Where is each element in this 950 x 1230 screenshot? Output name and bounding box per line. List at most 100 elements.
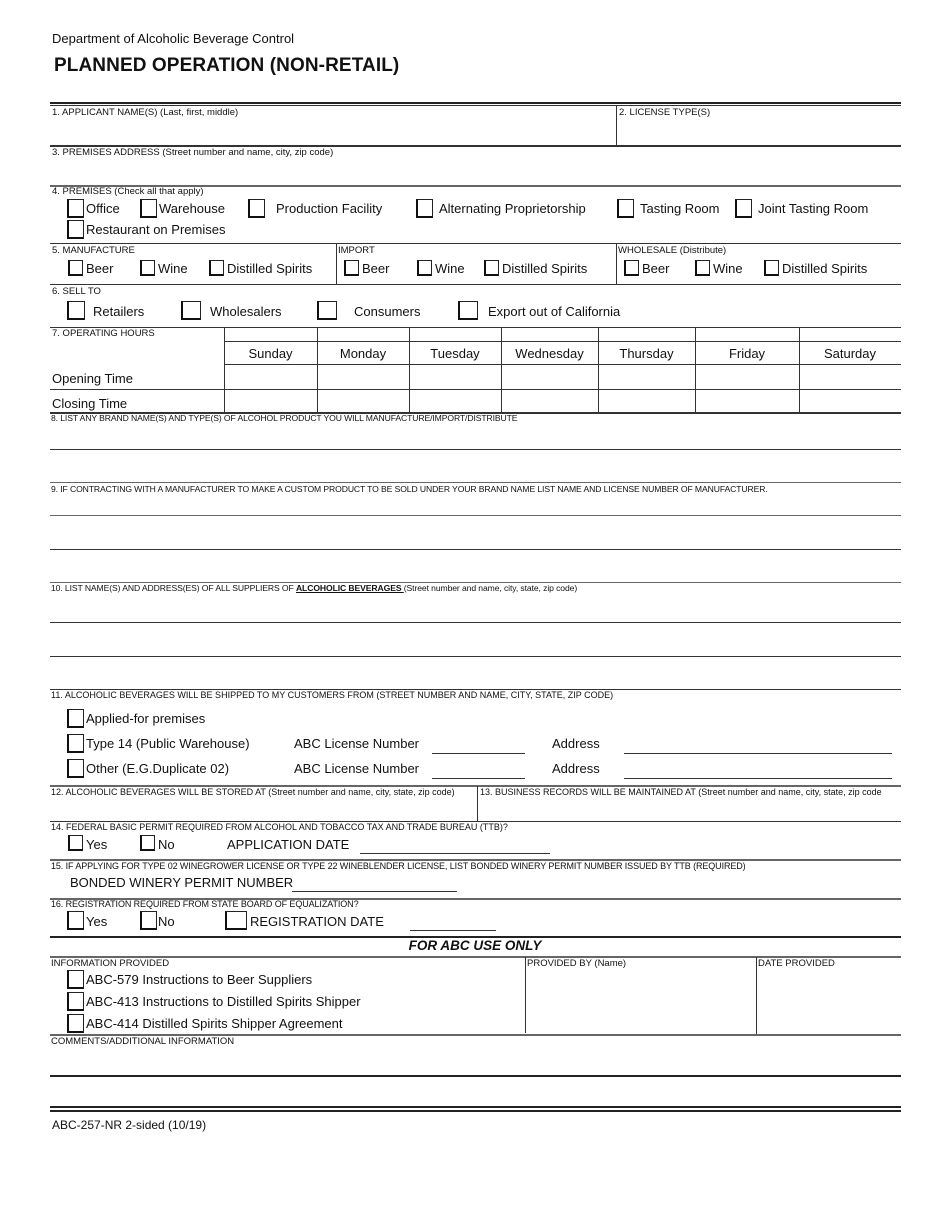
opening-time-monday-input[interactable] [318,365,408,388]
manufacture-wine-checkbox[interactable] [140,260,155,276]
business-records-label: 13. BUSINESS RECORDS WILL BE MAINTAINED … [480,787,882,797]
contract-manufacturer-line-2[interactable] [50,516,901,548]
registration-date-input[interactable] [410,913,496,930]
divider [336,243,337,284]
import-beer-checkbox[interactable] [344,260,359,276]
premises-address-field[interactable]: 3. PREMISES ADDRESS (Street number and n… [50,146,901,184]
provided-by-field[interactable]: PROVIDED BY (Name) [526,958,756,1032]
divider [50,243,901,244]
applicant-name-field[interactable]: 1. APPLICANT NAME(S) (Last, first, middl… [50,106,616,144]
closing-time-label: Closing Time [52,396,128,411]
closing-time-thursday-input[interactable] [599,390,694,411]
date-provided-label: DATE PROVIDED [758,958,835,969]
manufacture-distilled-spirits-checkbox[interactable] [209,260,224,276]
wholesale-distilled-spirits-checkbox[interactable] [764,260,779,276]
consumers-checkbox[interactable] [317,301,337,320]
sboe-no-checkbox[interactable] [140,911,157,930]
other-license-underline [432,778,525,779]
retailers-label: Retailers [93,304,145,319]
brand-names-line-1[interactable] [50,424,901,449]
alternating-proprietorship-checkbox[interactable] [416,199,433,218]
import-beer-label: Beer [362,261,390,276]
brand-names-line-2[interactable] [50,450,901,482]
other-address-input[interactable] [624,760,892,778]
other-duplicate-checkbox[interactable] [67,759,84,778]
wholesale-beer-checkbox[interactable] [624,260,639,276]
contract-manufacturer-line-3[interactable] [50,550,901,581]
contract-manufacturer-line-1[interactable] [50,496,901,515]
restaurant-on-premises-checkbox[interactable] [67,220,84,239]
closing-time-friday-input[interactable] [696,390,798,411]
suppliers-line-3[interactable] [50,657,901,688]
premises-type-label: 4. PREMISES (Check all that apply) [52,186,204,197]
manufacture-wine-label: Wine [158,261,188,276]
closing-time-tuesday-input[interactable] [410,390,500,411]
manufacture-beer-checkbox[interactable] [68,260,83,276]
registration-date-label: REGISTRATION DATE [250,914,384,929]
retailers-checkbox[interactable] [67,301,85,320]
abc-579-checkbox[interactable] [67,970,84,989]
office-checkbox[interactable] [67,199,84,218]
suppliers-line-2[interactable] [50,623,901,655]
closing-time-wednesday-input[interactable] [502,390,597,411]
import-wine-checkbox[interactable] [417,260,432,276]
tasting-room-checkbox[interactable] [617,199,634,218]
alternating-proprietorship-label: Alternating Proprietorship [439,201,586,216]
day-header-friday: Friday [728,346,766,361]
applied-for-premises-checkbox[interactable] [67,709,84,728]
date-provided-field[interactable]: DATE PROVIDED [757,958,901,1032]
suppliers-line-1[interactable] [50,596,901,622]
export-checkbox[interactable] [458,301,478,320]
closing-time-saturday-input[interactable] [800,390,900,411]
abc-414-label: ABC-414 Distilled Spirits Shipper Agreem… [86,1016,343,1031]
federal-permit-no-checkbox[interactable] [140,835,155,851]
bonded-winery-input[interactable] [292,874,457,891]
import-distilled-spirits-checkbox[interactable] [484,260,499,276]
bonded-winery-label: 15. IF APPLYING FOR TYPE 02 WINEGROWER L… [51,861,746,871]
suppliers-label-suffix: (Street number and name, city, state, zi… [403,583,578,593]
wholesale-wine-checkbox[interactable] [695,260,710,276]
abc-use-only-heading: FOR ABC USE ONLY [408,938,542,953]
abc-413-label: ABC-413 Instructions to Distilled Spirit… [86,994,361,1009]
warehouse-label: Warehouse [159,201,225,216]
abc-413-checkbox[interactable] [67,992,84,1011]
day-header-thursday: Thursday [619,346,674,361]
shipped-from-label: 11. ALCOHOLIC BEVERAGES WILL BE SHIPPED … [51,690,614,700]
information-provided-label: INFORMATION PROVIDED [51,958,170,969]
divider [50,102,901,104]
day-header-wednesday: Wednesday [515,346,584,361]
premises-address-label: 3. PREMISES ADDRESS (Street number and n… [52,147,334,158]
opening-time-saturday-input[interactable] [800,365,900,388]
opening-time-tuesday-input[interactable] [410,365,500,388]
joint-tasting-room-checkbox[interactable] [735,199,752,218]
warehouse-checkbox[interactable] [140,199,157,218]
opening-time-wednesday-input[interactable] [502,365,597,388]
comments-field[interactable]: COMMENTS/ADDITIONAL INFORMATION [50,1036,901,1074]
application-date-input[interactable] [360,836,550,853]
federal-permit-yes-checkbox[interactable] [68,835,83,851]
production-facility-checkbox[interactable] [248,199,265,218]
production-facility-label: Production Facility [276,201,383,216]
opening-time-thursday-input[interactable] [599,365,694,388]
sell-to-label: 6. SELL TO [52,286,101,297]
sboe-no-label: No [158,914,175,929]
sboe-yes-checkbox[interactable] [67,911,84,930]
stored-at-field[interactable]: 12. ALCOHOLIC BEVERAGES WILL BE STORED A… [50,787,477,821]
type-14-address-input[interactable] [624,735,892,753]
divider [50,482,901,483]
abc-414-checkbox[interactable] [67,1014,84,1033]
business-records-field[interactable]: 13. BUSINESS RECORDS WILL BE MAINTAINED … [478,787,901,821]
closing-time-monday-input[interactable] [318,390,408,411]
closing-time-sunday-input[interactable] [225,390,316,411]
license-type-field[interactable]: 2. LICENSE TYPE(S) [617,106,901,144]
application-date-underline [360,853,550,854]
type-14-checkbox[interactable] [67,734,84,753]
registration-date-checkbox[interactable] [225,911,247,930]
type-14-license-input[interactable] [432,735,525,753]
opening-time-friday-input[interactable] [696,365,798,388]
opening-time-sunday-input[interactable] [225,365,316,388]
other-license-input[interactable] [432,760,525,778]
tasting-room-label: Tasting Room [640,201,720,216]
federal-permit-no-label: No [158,837,175,852]
wholesalers-checkbox[interactable] [181,301,201,320]
